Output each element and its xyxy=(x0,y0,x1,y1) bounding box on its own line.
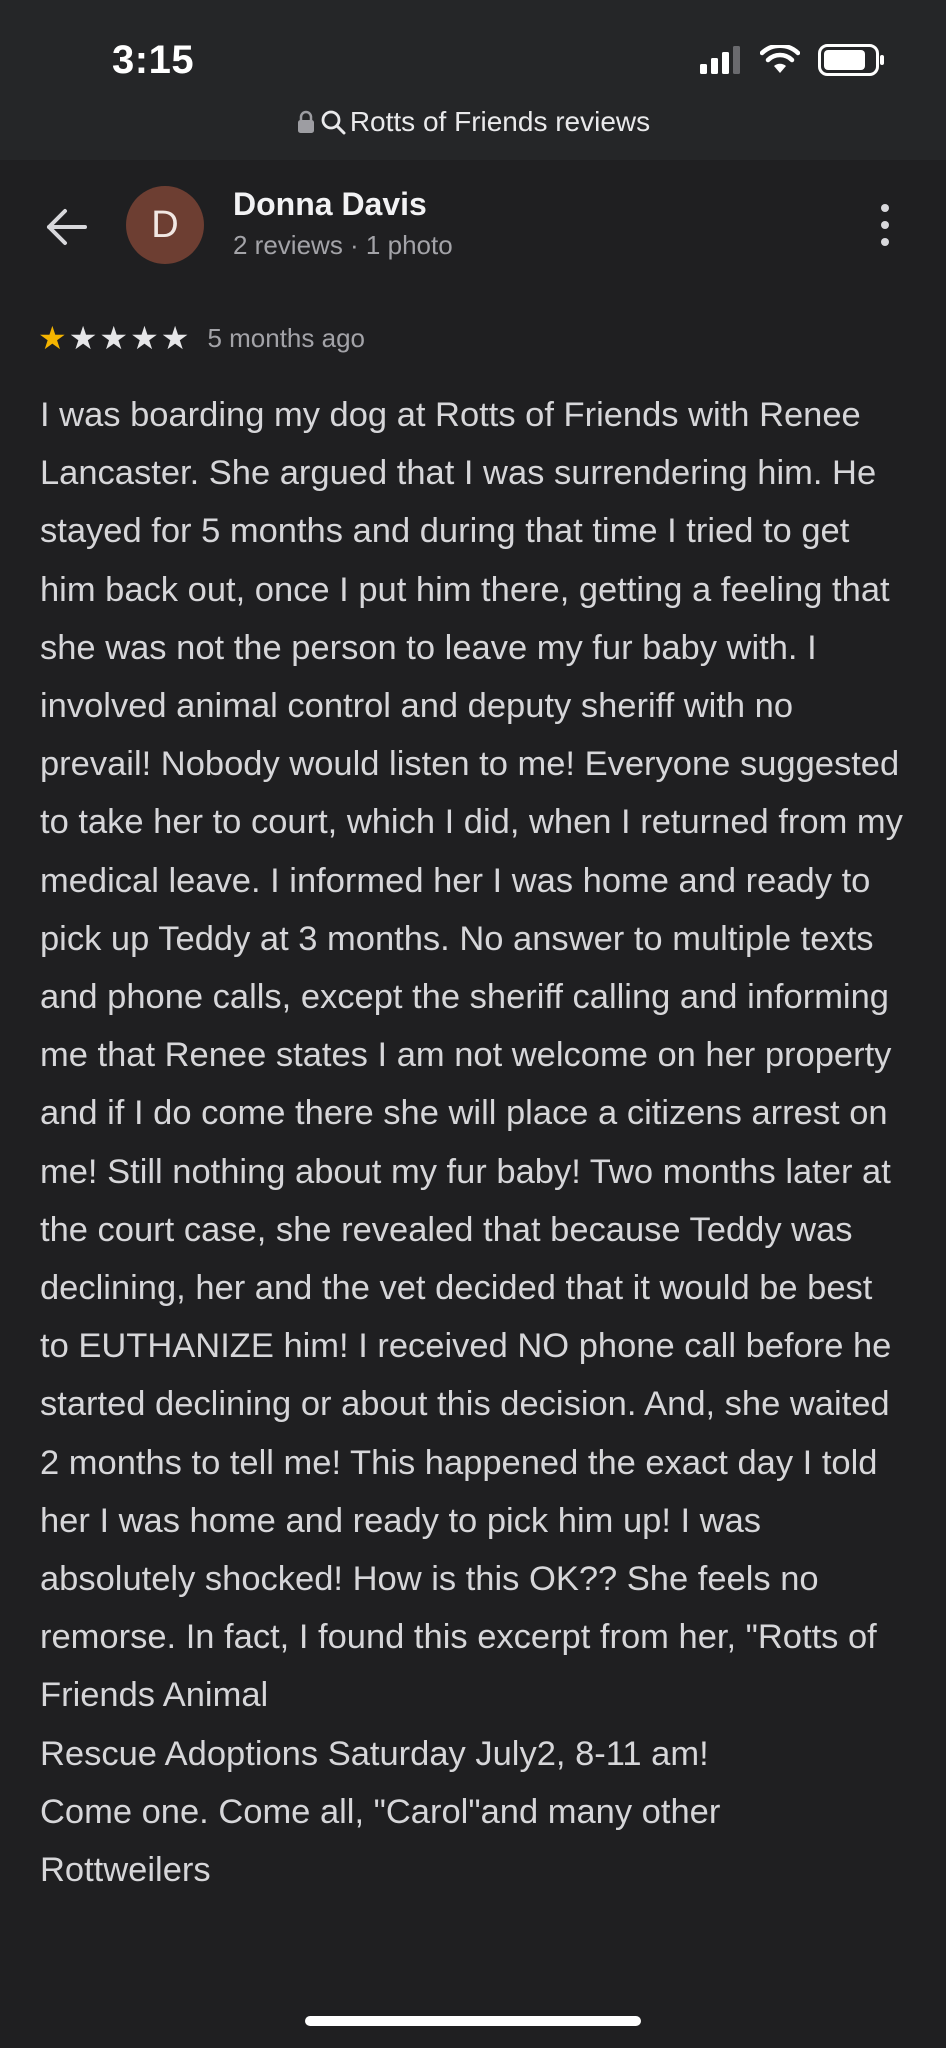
more-options-button[interactable] xyxy=(870,200,900,250)
star-empty-icon: ★ xyxy=(99,320,129,356)
battery-icon xyxy=(818,43,886,81)
review-text: I was boarding my dog at Rotts of Friend… xyxy=(40,396,903,1890)
star-empty-icon: ★ xyxy=(68,320,98,356)
review-date: 5 months ago xyxy=(207,322,365,353)
url-bar[interactable]: Rotts of Friends reviews xyxy=(0,100,946,144)
avatar[interactable]: D xyxy=(126,186,204,264)
star-empty-icon: ★ xyxy=(160,320,190,356)
status-bar: 3:15 Rotts of Friends reviews xyxy=(0,0,946,160)
star-rating: ★ ★ ★ ★ ★ xyxy=(38,322,189,354)
back-button[interactable] xyxy=(42,202,92,252)
status-time: 3:15 xyxy=(112,38,195,82)
rating-row: ★ ★ ★ ★ ★ 5 months ago xyxy=(38,318,365,358)
lock-icon xyxy=(296,110,316,134)
star-filled-icon: ★ xyxy=(38,320,67,356)
status-icons xyxy=(700,43,886,81)
back-arrow-icon xyxy=(47,209,87,245)
wifi-icon xyxy=(759,43,801,80)
reviewer-name[interactable]: Donna Davis xyxy=(233,186,427,223)
star-empty-icon: ★ xyxy=(130,320,159,356)
reviewer-meta: 2 reviews · 1 photo xyxy=(233,230,453,260)
more-dot-icon xyxy=(881,204,889,212)
url-text: Rotts of Friends reviews xyxy=(349,106,651,137)
more-dot-icon xyxy=(881,238,889,246)
signal-icon xyxy=(700,45,742,79)
search-icon xyxy=(320,109,346,135)
home-indicator[interactable] xyxy=(305,2016,641,2026)
more-dot-icon xyxy=(881,221,889,229)
review-header: D Donna Davis 2 reviews · 1 photo xyxy=(0,160,946,290)
